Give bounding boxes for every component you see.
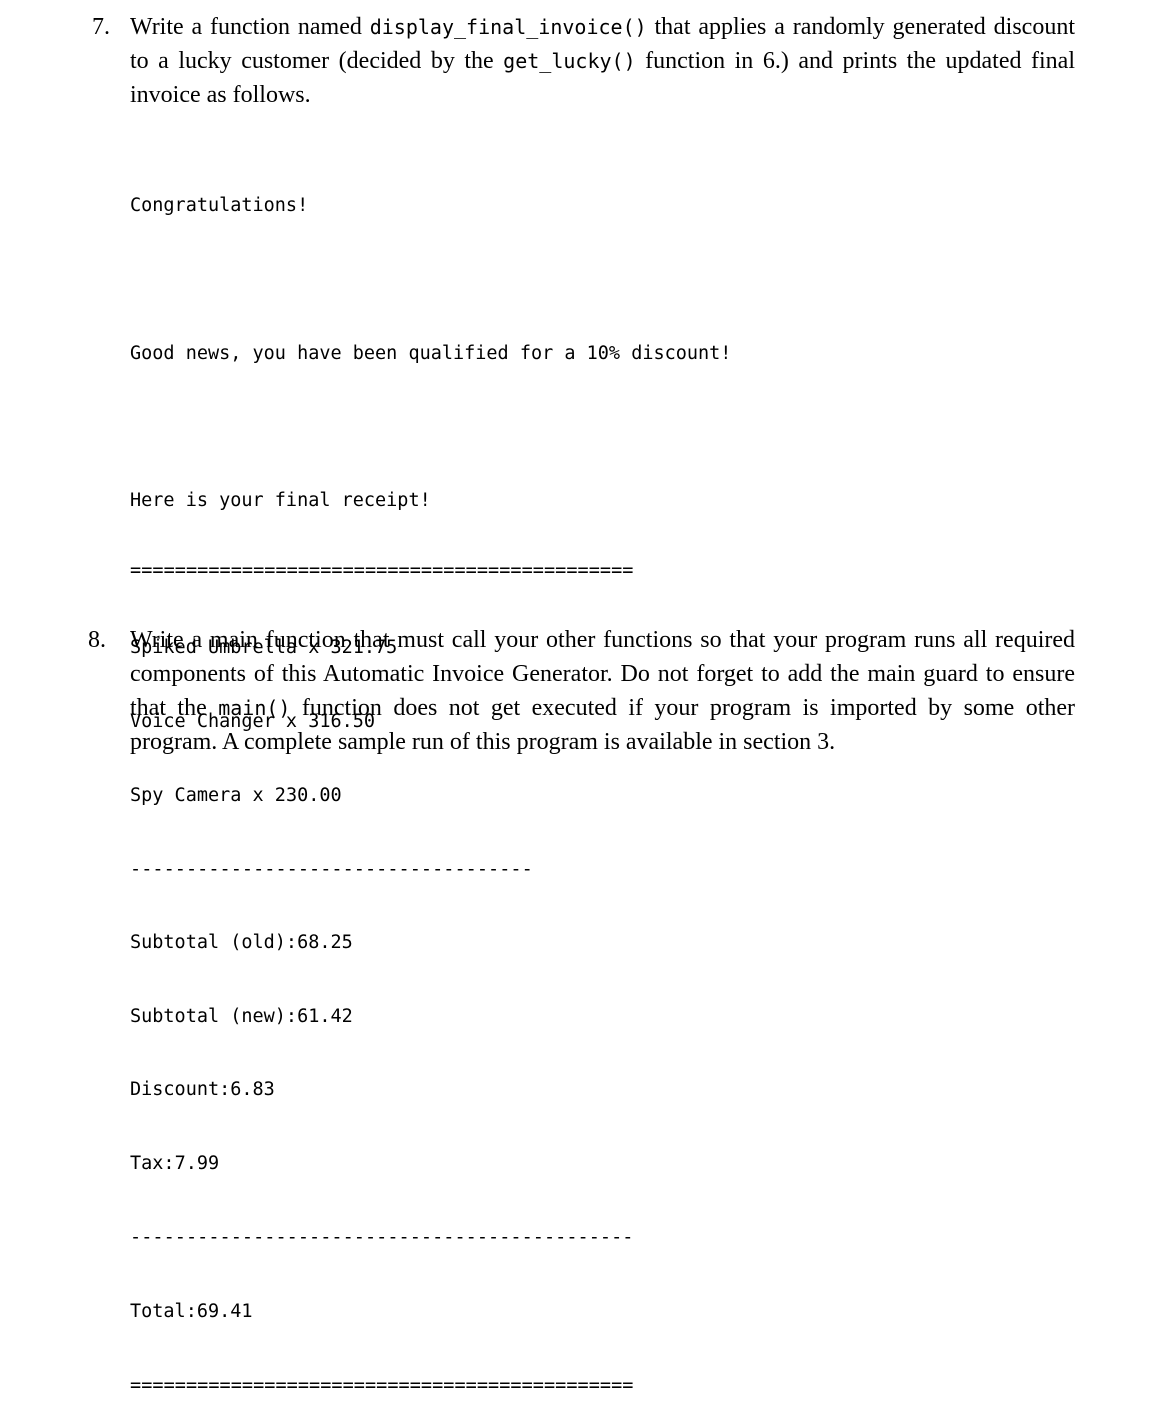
summary-row: Tax:7.99 xyxy=(130,1152,731,1177)
total-label: Total: xyxy=(130,1300,197,1322)
item-label: Spy Camera x 2 xyxy=(130,784,286,806)
item-7-instructions: Write a function named display_final_inv… xyxy=(130,10,1075,112)
double-separator: ========================================… xyxy=(130,1374,634,1396)
item-8-instructions: Write a main function that must call you… xyxy=(130,623,1075,759)
summary-value: 6.83 xyxy=(230,1079,275,1101)
item-8-number: 8. xyxy=(88,627,106,653)
short-dash-separator: ------------------------------------ xyxy=(130,858,533,880)
double-separator: ========================================… xyxy=(130,560,634,582)
total-row: Total:69.41 xyxy=(130,1300,731,1325)
function-name-main: main() xyxy=(218,696,291,720)
summary-row: Discount:6.83 xyxy=(130,1078,731,1103)
summary-row: Subtotal (new):61.42 xyxy=(130,1005,731,1030)
summary-label: Subtotal (new): xyxy=(130,1005,298,1027)
receipt-heading-line: Here is your final receipt! xyxy=(130,490,431,512)
summary-row: Subtotal (old):68.25 xyxy=(130,931,731,956)
long-dash-separator: ----------------------------------------… xyxy=(130,1226,634,1248)
summary-label: Discount: xyxy=(130,1079,231,1101)
summary-value: 61.42 xyxy=(297,1005,353,1027)
function-name-get-lucky: get_lucky() xyxy=(503,49,636,73)
item-7-number: 7. xyxy=(92,14,110,40)
summary-value: 68.25 xyxy=(297,931,353,953)
item-price: 30.00 xyxy=(285,784,342,806)
total-value: 69.41 xyxy=(196,1300,253,1322)
item-7-text-before: Write a function named xyxy=(130,14,370,40)
receipt-item-row: Spy Camera x 230.00 xyxy=(130,784,731,809)
summary-value: 7.99 xyxy=(174,1153,220,1175)
discount-message-line: Good news, you have been qualified for a… xyxy=(130,342,732,364)
congrats-line: Congratulations! xyxy=(130,195,309,217)
summary-label: Tax: xyxy=(130,1153,175,1175)
summary-label: Subtotal (old): xyxy=(130,931,298,953)
function-name-display-final-invoice: display_final_invoice() xyxy=(369,15,647,39)
sample-output-block: Congratulations! Good news, you have bee… xyxy=(130,145,731,1423)
